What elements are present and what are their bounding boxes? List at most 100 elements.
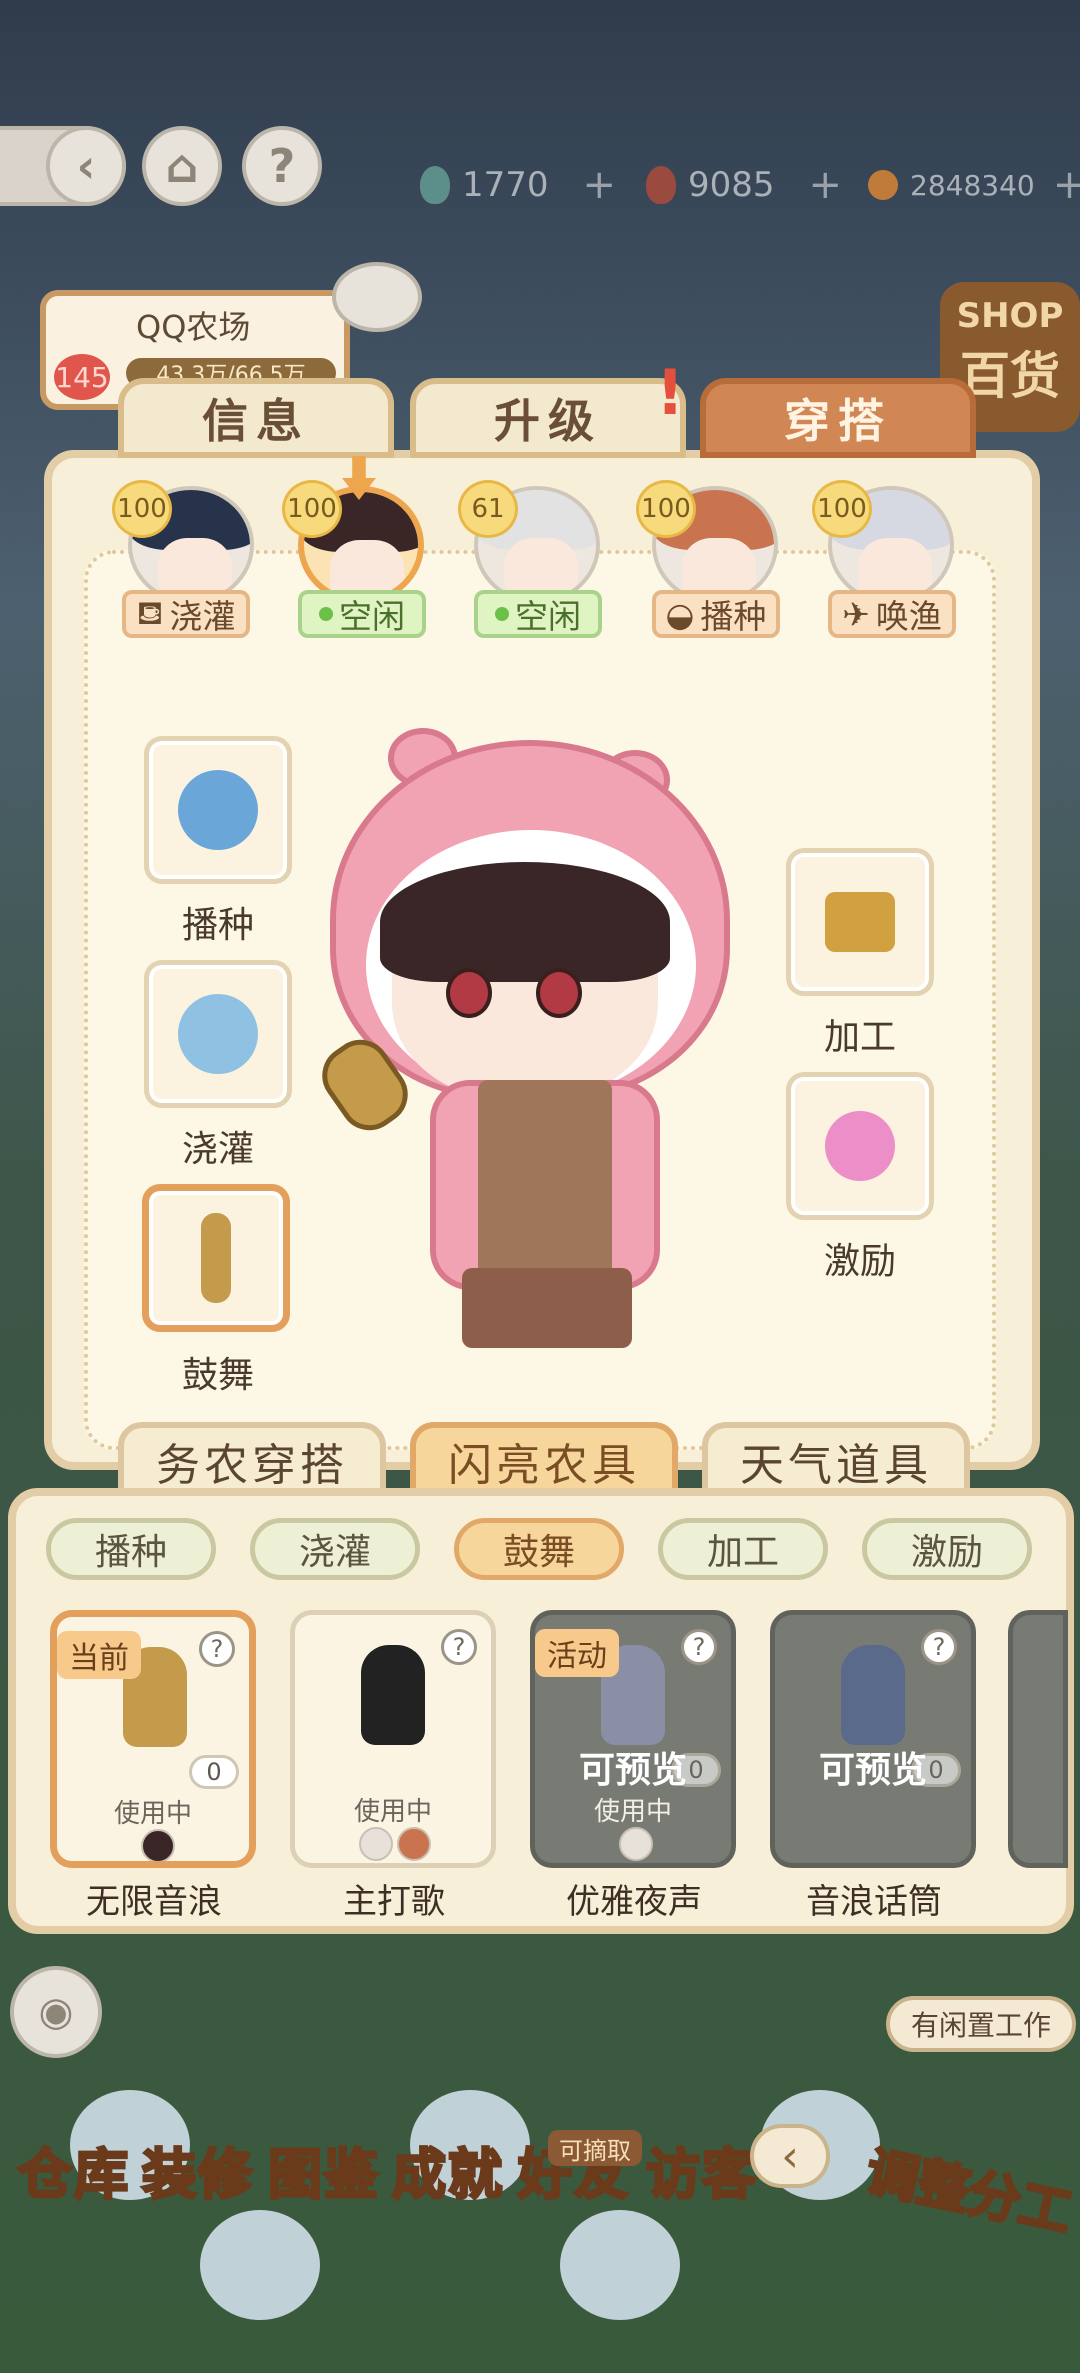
avatar: [359, 1827, 393, 1861]
avatar: [141, 1829, 175, 1861]
level-badge: 100: [282, 480, 342, 538]
avatar: [397, 1827, 431, 1861]
farm-name: QQ农场: [136, 308, 251, 346]
level-badge: 100: [812, 480, 872, 538]
add-button[interactable]: +: [809, 162, 843, 208]
chat-icon[interactable]: [332, 262, 422, 332]
status-text: 空闲: [339, 597, 405, 636]
shop-label: SHOP: [956, 296, 1064, 336]
filter-processing[interactable]: 加工: [658, 1518, 828, 1580]
preview-label[interactable]: 可预览: [535, 1741, 731, 1793]
megaphone-icon: [825, 892, 895, 952]
filter-watering[interactable]: 浇灌: [250, 1518, 420, 1580]
nav-collection[interactable]: 图鉴: [267, 2130, 380, 2210]
help-icon[interactable]: ?: [441, 1629, 477, 1665]
leaf-icon: [420, 166, 450, 204]
add-button[interactable]: +: [583, 162, 617, 208]
tab-info[interactable]: 信息: [118, 378, 394, 458]
help-icon[interactable]: ?: [242, 126, 322, 206]
back-icon[interactable]: ‹: [46, 126, 126, 206]
level-badge: 100: [636, 480, 696, 538]
slot-cheer[interactable]: [142, 1184, 290, 1332]
slot-label: 鼓舞: [181, 1355, 254, 1396]
wand-icon: [825, 1111, 895, 1181]
tool-name: 优雅夜声: [566, 1882, 702, 1922]
tool-name: 音浪话筒: [806, 1882, 942, 1922]
slot-label: 激励: [823, 1241, 896, 1282]
add-button[interactable]: +: [1053, 162, 1080, 208]
watering-tool-icon: [178, 994, 258, 1074]
retro-microphone-icon: [841, 1645, 905, 1745]
help-icon[interactable]: ?: [921, 1629, 957, 1665]
slot-watering[interactable]: [144, 960, 292, 1108]
tool-card[interactable]: 当前 ? 0 使用中: [50, 1610, 256, 1868]
black-microphone-icon: [361, 1645, 425, 1745]
in-use-label: 使用中: [113, 1799, 192, 1829]
slot-inspire[interactable]: [786, 1072, 934, 1220]
home-icon[interactable]: ⌂: [142, 126, 222, 206]
harvest-badge: 可摘取: [548, 2130, 642, 2166]
help-icon[interactable]: ?: [681, 1629, 717, 1665]
help-icon[interactable]: ?: [199, 1631, 235, 1667]
status-text: 空闲: [515, 597, 581, 636]
microphone-icon: [201, 1213, 231, 1303]
level-badge: 100: [112, 480, 172, 538]
in-use-label: 使用中: [353, 1797, 432, 1827]
status-text: 唤渔: [875, 597, 942, 636]
tool-card[interactable]: 活动 ? 0 可预览 使用中: [530, 1610, 736, 1868]
coin-icon: [868, 170, 898, 200]
collapse-icon[interactable]: ‹: [750, 2124, 830, 2188]
status-badge: 空闲: [474, 590, 602, 638]
tool-card[interactable]: ? 使用中: [290, 1610, 496, 1868]
snow-tree: [560, 2210, 680, 2320]
resource-coin: 2848340 +: [868, 160, 1080, 210]
vest: [478, 1080, 612, 1280]
slot-sowing[interactable]: [144, 736, 292, 884]
eye: [536, 968, 582, 1018]
status-badge: ⛾ 浇灌: [122, 590, 250, 638]
slot-label: 播种: [181, 905, 254, 946]
tab-upgrade[interactable]: 升级: [410, 378, 686, 458]
feather-icon: [646, 166, 676, 204]
slot-label: 加工: [823, 1017, 896, 1058]
tool-card-partial[interactable]: [1008, 1610, 1068, 1868]
resource-value: 2848340: [910, 168, 1035, 202]
status-badge: 空闲: [298, 590, 426, 638]
filter-sowing[interactable]: 播种: [46, 1518, 216, 1580]
status-text: 播种: [700, 597, 767, 636]
current-tag: 当前: [57, 1631, 141, 1679]
nav-warehouse[interactable]: 仓库: [17, 2130, 130, 2210]
slot-processing[interactable]: [786, 848, 934, 996]
pants: [462, 1268, 632, 1348]
idle-work-button[interactable]: 有闲置工作: [886, 1996, 1076, 2052]
resource-feather: 9085 +: [646, 160, 842, 210]
avatar: [619, 1827, 653, 1861]
watering-can-icon: ⛾: [136, 592, 164, 632]
tool-name: 无限音浪: [86, 1882, 222, 1922]
seed-icon: ◒: [665, 594, 695, 634]
hair: [380, 862, 670, 982]
resource-value: 9085: [688, 165, 775, 205]
tool-name: 主打歌: [343, 1882, 445, 1922]
alert-icon: !: [656, 356, 685, 429]
eye-icon[interactable]: ◉: [10, 1966, 102, 2058]
slot-label: 浇灌: [181, 1129, 254, 1170]
idle-dot-icon: [319, 607, 333, 621]
event-tag: 活动: [535, 1629, 619, 1677]
level-badge: 61: [458, 480, 518, 538]
snow-tree: [200, 2210, 320, 2320]
tab-outfit[interactable]: 穿搭: [700, 378, 976, 458]
nav-visitors[interactable]: 访客: [645, 2130, 758, 2210]
tool-card[interactable]: ? 0 可预览: [770, 1610, 976, 1868]
status-badge: ✈ 唤渔: [828, 590, 956, 638]
filter-inspire[interactable]: 激励: [862, 1518, 1032, 1580]
preview-label[interactable]: 可预览: [775, 1741, 971, 1793]
fish-icon: ✈: [842, 594, 870, 634]
eye: [446, 968, 492, 1018]
nav-decorate[interactable]: 装修: [141, 2130, 254, 2210]
status-badge: ◒ 播种: [652, 590, 780, 638]
filter-cheer[interactable]: 鼓舞: [454, 1518, 624, 1580]
assign-work-button[interactable]: 调整分工: [859, 2129, 1079, 2246]
nav-achievement[interactable]: 成就: [391, 2130, 504, 2210]
sowing-tool-icon: [178, 770, 258, 850]
